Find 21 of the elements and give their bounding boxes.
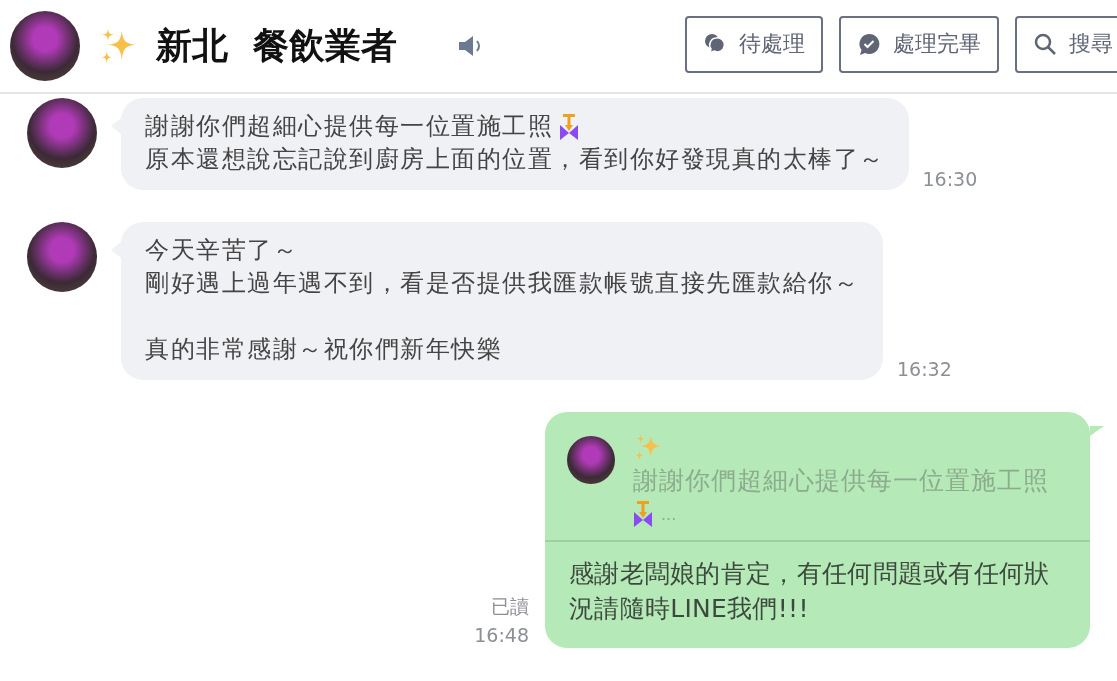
avatar xyxy=(567,436,615,484)
timestamp: 16:48 xyxy=(474,624,529,646)
timestamp: 16:30 xyxy=(922,168,978,190)
message-text: 剛好遇上過年遇不到，看是否提供我匯款帳號直接先匯款給你～ xyxy=(145,268,859,299)
timestamp: 16:32 xyxy=(897,358,952,380)
quoted-text: 謝謝你們超細心提供每一位置施工照 xyxy=(633,465,1049,497)
done-button[interactable]: 處理完畢 xyxy=(839,15,999,73)
message-text: 原本還想說忘記說到廚房上面的位置，看到你好發現真的太棒了～ xyxy=(145,144,885,175)
ellipsis: ... xyxy=(661,504,677,524)
message-text: 今天辛苦了～ xyxy=(145,235,298,266)
chat-title: 新北 餐飲業者 xyxy=(156,23,398,68)
search-icon xyxy=(1033,32,1057,56)
pending-button[interactable]: 待處理 xyxy=(685,15,823,73)
medal-icon xyxy=(633,500,653,528)
message-text: 謝謝你們超細心提供每一位置施工照 xyxy=(145,111,553,142)
chat-check-icon xyxy=(857,32,881,56)
message-text: 感謝老闆娘的肯定，有任何問題或有任何狀況請隨時LINE我們!!! xyxy=(568,558,1051,625)
message-text: 真的非常感謝～祝你們新年快樂 xyxy=(145,334,502,365)
search-button[interactable]: 搜尋 xyxy=(1015,15,1117,73)
medal-icon xyxy=(559,112,579,141)
read-receipt: 已讀 xyxy=(491,594,529,619)
